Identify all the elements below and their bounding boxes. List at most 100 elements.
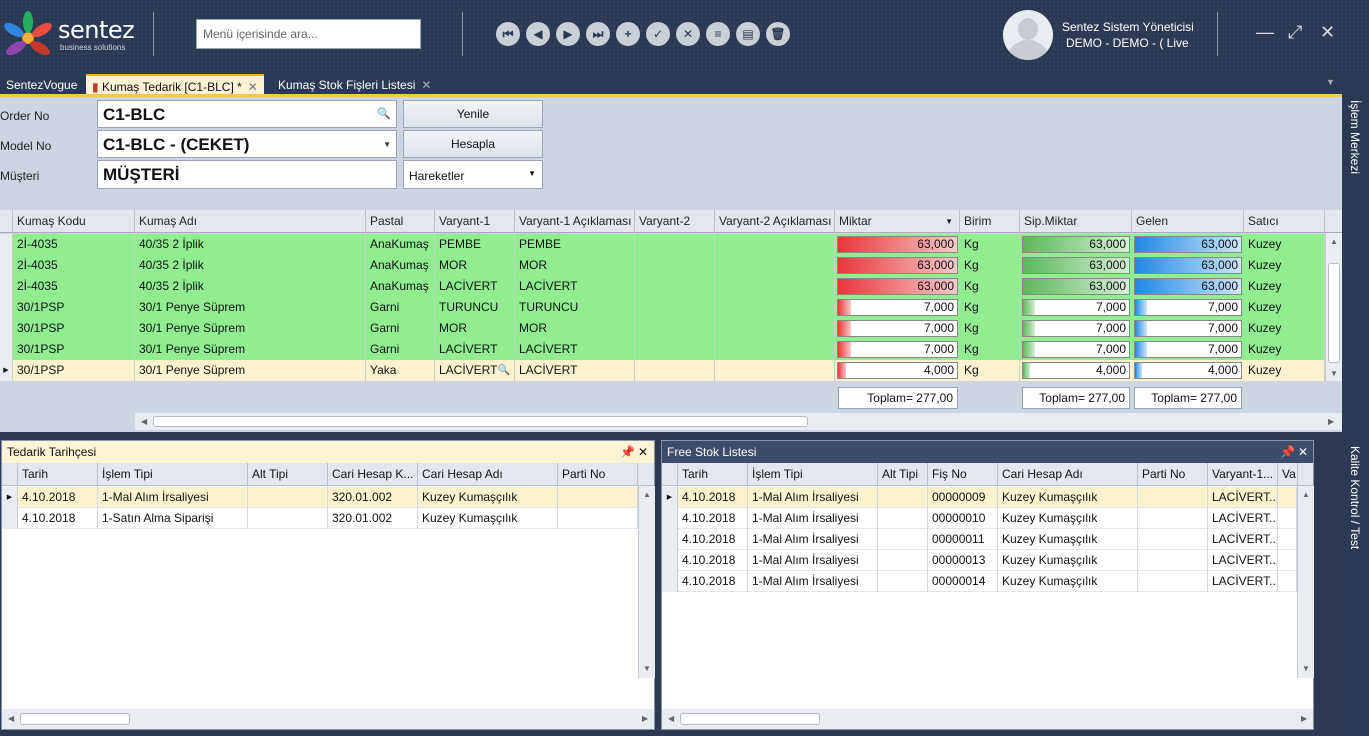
actions-dropdown[interactable]: Hareketler ▼ [403, 160, 543, 189]
scroll-up-icon[interactable]: ▲ [1302, 490, 1310, 499]
cell-varyant-2-aciklama[interactable] [715, 297, 835, 318]
cell-cari-hesap-adi[interactable]: Kuzey Kumaşçılık [998, 487, 1138, 508]
scroll-thumb[interactable] [153, 416, 808, 427]
cell-tarih[interactable]: 4.10.2018 [678, 550, 748, 571]
cell-fis-no[interactable]: 00000009 [928, 487, 998, 508]
cell-satici[interactable]: Kuzey [1244, 276, 1325, 297]
row-indicator[interactable] [0, 276, 13, 297]
close-tab-icon[interactable]: ✕ [421, 78, 431, 92]
cell-islem-tipi[interactable]: 1-Mal Alım İrsaliyesi [748, 529, 878, 550]
row-indicator[interactable] [0, 297, 13, 318]
cell-parti-no[interactable] [1138, 508, 1208, 529]
cell-fis-no[interactable]: 00000011 [928, 529, 998, 550]
row-indicator[interactable] [0, 339, 13, 360]
gelen-bar[interactable]: 4,000 [1134, 362, 1242, 379]
freestock-vertical-scrollbar[interactable]: ▲ ▼ [1297, 486, 1314, 678]
current-row-indicator-icon[interactable]: ▶ [662, 487, 678, 508]
cell-parti-no[interactable] [558, 508, 638, 529]
cell-varyant-2-aciklama[interactable] [715, 234, 835, 255]
cell-tarih[interactable]: 4.10.2018 [678, 571, 748, 592]
cell-kumas-kodu[interactable]: 30/1PSP [13, 297, 135, 318]
cell-cari-hesap-adi[interactable]: Kuzey Kumaşçılık [998, 550, 1138, 571]
calculate-button[interactable]: Hesapla [403, 130, 543, 158]
tab-sentezvogue[interactable]: SentezVogue [0, 74, 83, 96]
cell-varyant-2[interactable] [635, 318, 715, 339]
miktar-bar[interactable]: 63,000 [837, 236, 958, 253]
cell-varyant-1-aciklama[interactable]: PEMBE [515, 234, 635, 255]
col-kumas-adi[interactable]: Kumaş Adı [135, 210, 366, 233]
cell-alt-tipi[interactable] [878, 550, 928, 571]
minimize-icon[interactable]: — [1256, 22, 1274, 43]
list-icon[interactable]: ≡ [706, 22, 730, 46]
row-indicator[interactable] [662, 529, 678, 550]
cell-fis-no[interactable]: 00000010 [928, 508, 998, 529]
cell-pastal[interactable]: Garni [366, 297, 435, 318]
approve-icon[interactable]: ✓ [646, 22, 670, 46]
sip-miktar-bar[interactable]: 63,000 [1022, 278, 1130, 295]
miktar-bar[interactable]: 7,000 [837, 299, 958, 316]
cell-cari-hesap-kodu[interactable]: 320.01.002 [328, 487, 418, 508]
cell-pastal[interactable]: AnaKumaş [366, 255, 435, 276]
gelen-bar[interactable]: 63,000 [1134, 278, 1242, 295]
cell-birim[interactable]: Kg [960, 297, 1020, 318]
col-kumas-kodu[interactable]: Kumaş Kodu [13, 210, 135, 233]
cell-pastal[interactable]: Garni [366, 339, 435, 360]
tab-kumas-stok-fisleri[interactable]: Kumaş Stok Fişleri Listesi ✕ [272, 74, 437, 96]
list-item[interactable]: 4.10.2018 1-Mal Alım İrsaliyesi 00000011 Ku… [662, 529, 1297, 550]
scroll-right-icon[interactable]: ▶ [642, 714, 648, 723]
cell-satici[interactable]: Kuzey [1244, 297, 1325, 318]
cell-satici[interactable]: Kuzey [1244, 234, 1325, 255]
cell-varyant-1[interactable]: MOR [435, 318, 515, 339]
first-record-icon[interactable]: ⏮ [496, 22, 520, 46]
scroll-thumb[interactable] [1328, 263, 1340, 363]
col-alt-tipi[interactable]: Alt Tipi [878, 463, 928, 486]
cancel-icon[interactable]: ✕ [676, 22, 700, 46]
cell-varyant-1[interactable]: LACİVERT... [1208, 487, 1278, 508]
cell-varyant-1-aciklama[interactable]: TURUNCU [515, 297, 635, 318]
cell-birim[interactable]: Kg [960, 360, 1020, 381]
cell-satici[interactable]: Kuzey [1244, 360, 1325, 381]
cell-alt-tipi[interactable] [878, 571, 928, 592]
cell-varyant-2-aciklama[interactable] [715, 318, 835, 339]
cell-kumas-kodu[interactable]: 30/1PSP [13, 318, 135, 339]
list-item[interactable]: 4.10.2018 1-Mal Alım İrsaliyesi 00000010 Ku… [662, 508, 1297, 529]
col-varyant-2[interactable]: Va [1278, 463, 1298, 486]
cell-kumas-adi[interactable]: 30/1 Penye Süprem [135, 339, 366, 360]
col-cari-hesap-kodu[interactable]: Cari Hesap K... [328, 463, 418, 486]
col-gelen[interactable]: Gelen [1132, 210, 1244, 233]
add-icon[interactable]: + [616, 22, 640, 46]
miktar-bar[interactable]: 7,000 [837, 320, 958, 337]
pin-icon[interactable]: 📌 [620, 441, 635, 463]
scroll-thumb[interactable] [680, 713, 820, 725]
history-horizontal-scrollbar[interactable]: ◀ ▶ [2, 709, 654, 729]
sip-miktar-bar[interactable]: 63,000 [1022, 236, 1130, 253]
prev-record-icon[interactable]: ◀ [526, 22, 550, 46]
cell-kumas-adi[interactable]: 30/1 Penye Süprem [135, 297, 366, 318]
pin-icon[interactable]: 📌 [1280, 441, 1295, 463]
next-record-icon[interactable]: ▶ [556, 22, 580, 46]
scroll-up-icon[interactable]: ▲ [643, 490, 651, 499]
row-indicator[interactable] [0, 255, 13, 276]
scroll-left-icon[interactable]: ◀ [141, 417, 147, 426]
cell-alt-tipi[interactable] [878, 529, 928, 550]
order-no-input[interactable]: C1-BLC 🔍 [97, 100, 397, 128]
cell-varyant-2[interactable] [1278, 487, 1297, 508]
scroll-down-icon[interactable]: ▼ [1302, 664, 1310, 673]
side-panel-kalite-kontrol[interactable]: Kalite Kontrol / Test [1342, 432, 1369, 736]
cell-cari-hesap-kodu[interactable]: 320.01.002 [328, 508, 418, 529]
cell-satici[interactable]: Kuzey [1244, 339, 1325, 360]
cell-tarih[interactable]: 4.10.2018 [678, 508, 748, 529]
scroll-right-icon[interactable]: ▶ [1328, 417, 1334, 426]
grid-row[interactable]: 30/1PSP 30/1 Penye Süprem Garni MOR MOR Kg Kuz… [0, 318, 1325, 339]
cell-alt-tipi[interactable] [248, 508, 328, 529]
cell-kumas-adi[interactable]: 30/1 Penye Süprem [135, 318, 366, 339]
sip-miktar-bar[interactable]: 7,000 [1022, 320, 1130, 337]
grid-row[interactable]: 2İ-4035 40/35 2 İplik AnaKumaş MOR MOR Kg Kuze… [0, 255, 1325, 276]
cell-kumas-kodu[interactable]: 2İ-4035 [13, 276, 135, 297]
cell-varyant-2-aciklama[interactable] [715, 339, 835, 360]
cell-varyant-1[interactable]: LACİVERT [435, 339, 515, 360]
cell-varyant-1[interactable]: LACİVERT... [1208, 508, 1278, 529]
gelen-bar[interactable]: 63,000 [1134, 236, 1242, 253]
grid-row[interactable]: 30/1PSP 30/1 Penye Süprem Garni TURUNCU TURU… [0, 297, 1325, 318]
list-item[interactable]: ▶ 4.10.2018 1-Mal Alım İrsaliyesi 00000009 K… [662, 487, 1297, 508]
